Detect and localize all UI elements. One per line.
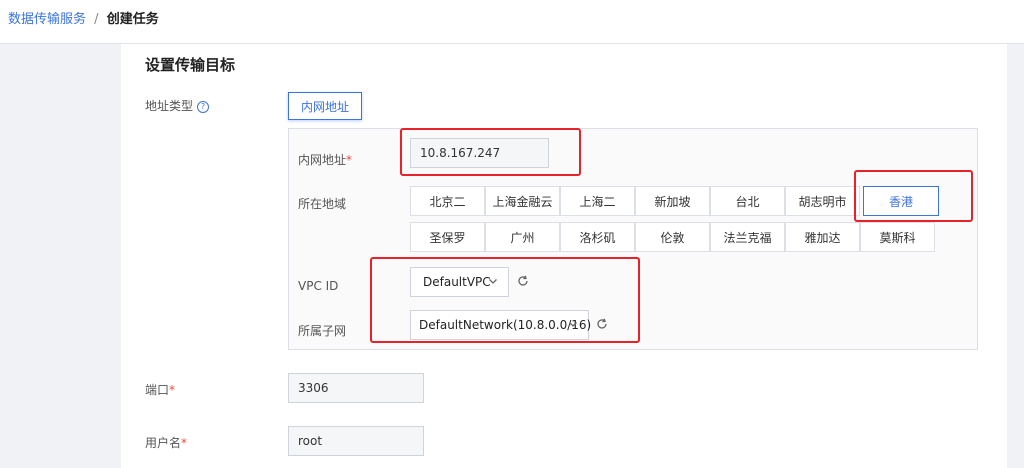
region-option[interactable]: 广州 bbox=[485, 222, 560, 252]
username-input[interactable]: root bbox=[288, 426, 424, 456]
port-input[interactable]: 3306 bbox=[288, 373, 424, 403]
region-option[interactable]: 伦敦 bbox=[635, 222, 710, 252]
private-address-label: 内网地址* bbox=[298, 151, 352, 168]
region-option[interactable]: 法兰克福 bbox=[710, 222, 785, 252]
vpc-id-label: VPC ID bbox=[298, 279, 339, 293]
vpc-id-value: DefaultVPC bbox=[423, 275, 491, 289]
required-mark: * bbox=[169, 383, 176, 397]
form-panel: 设置传输目标 地址类型? 内网地址 内网地址* 10.8.167.247 所在地… bbox=[121, 44, 1007, 468]
subnet-label: 所属子网 bbox=[298, 324, 347, 338]
region-option[interactable]: 台北 bbox=[710, 186, 785, 216]
section-title: 设置传输目标 bbox=[145, 56, 236, 74]
breadcrumb-parent-link[interactable]: 数据传输服务 bbox=[8, 12, 86, 27]
breadcrumb-current: 创建任务 bbox=[106, 12, 159, 27]
private-address-label-text: 内网地址 bbox=[298, 153, 347, 167]
region-option[interactable]: 莫斯科 bbox=[860, 222, 935, 252]
region-option[interactable]: 圣保罗 bbox=[410, 222, 485, 252]
address-type-private-button[interactable]: 内网地址 bbox=[288, 92, 362, 120]
username-label-text: 用户名 bbox=[145, 436, 182, 450]
subnet-value: DefaultNetwork(10.8.0.0/16) bbox=[419, 318, 592, 332]
address-type-label: 地址类型? bbox=[145, 97, 210, 114]
vpc-id-select[interactable]: DefaultVPC bbox=[410, 267, 509, 297]
address-type-label-text: 地址类型 bbox=[145, 99, 194, 113]
region-option[interactable]: 新加坡 bbox=[635, 186, 710, 216]
region-option[interactable]: 北京二 bbox=[410, 186, 485, 216]
port-label: 端口* bbox=[145, 381, 175, 398]
chevron-down-icon bbox=[489, 279, 497, 284]
breadcrumb: 数据传输服务 / 创建任务 bbox=[8, 8, 159, 27]
private-address-input[interactable]: 10.8.167.247 bbox=[410, 138, 549, 168]
region-option[interactable]: 胡志明市 bbox=[785, 186, 860, 216]
refresh-icon[interactable] bbox=[516, 274, 530, 288]
chevron-down-icon bbox=[569, 322, 577, 327]
region-option[interactable]: 上海金融云 bbox=[485, 186, 560, 216]
question-circle-icon[interactable]: ? bbox=[197, 100, 210, 113]
port-label-text: 端口 bbox=[145, 383, 170, 397]
region-label: 所在地域 bbox=[298, 197, 347, 211]
refresh-icon[interactable] bbox=[595, 317, 609, 331]
region-option[interactable]: 上海二 bbox=[560, 186, 635, 216]
breadcrumb-separator: / bbox=[94, 12, 99, 27]
required-mark: * bbox=[181, 436, 188, 450]
region-option[interactable]: 香港 bbox=[863, 186, 939, 216]
top-bar: 数据传输服务 / 创建任务 bbox=[0, 0, 1024, 44]
target-settings-box: 内网地址* 10.8.167.247 所在地域 VPC ID DefaultVP… bbox=[288, 128, 978, 350]
required-mark: * bbox=[346, 153, 353, 167]
region-option[interactable]: 雅加达 bbox=[785, 222, 860, 252]
username-label: 用户名* bbox=[145, 434, 187, 451]
subnet-select[interactable]: DefaultNetwork(10.8.0.0/16) bbox=[410, 310, 592, 340]
region-option[interactable]: 洛杉矶 bbox=[560, 222, 635, 252]
